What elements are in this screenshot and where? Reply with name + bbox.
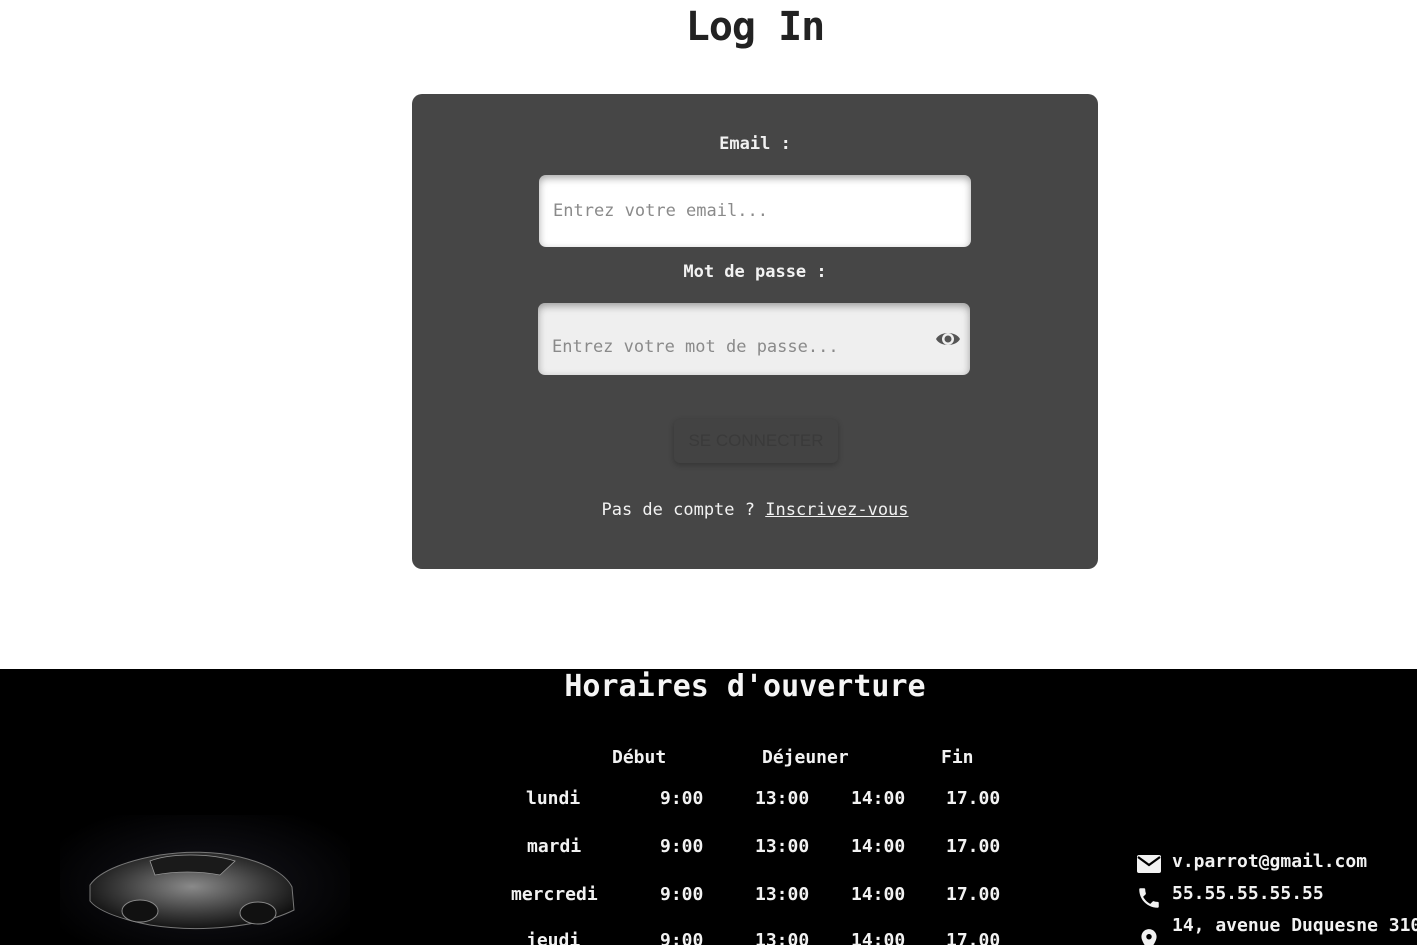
time-cell: 14:00 bbox=[851, 884, 906, 905]
time-cell: 9:00 bbox=[660, 884, 704, 905]
login-button[interactable]: SE CONNECTER bbox=[674, 419, 838, 463]
time-cell: 17.00 bbox=[946, 788, 1001, 809]
day-cell: mercredi bbox=[511, 884, 598, 905]
time-cell: 17.00 bbox=[946, 930, 1001, 945]
contact-email: v.parrot@gmail.com bbox=[1172, 851, 1368, 872]
eye-icon[interactable] bbox=[934, 327, 962, 351]
time-cell: 14:00 bbox=[851, 788, 906, 809]
time-cell: 17.00 bbox=[946, 836, 1001, 857]
email-input[interactable] bbox=[539, 175, 971, 247]
login-page: Log In Email : Mot de passe : SE CONNECT… bbox=[0, 0, 1417, 945]
time-cell: 13:00 bbox=[755, 836, 810, 857]
header-debut: Début bbox=[612, 747, 667, 768]
signup-link[interactable]: Inscrivez-vous bbox=[765, 500, 908, 520]
time-cell: 9:00 bbox=[660, 836, 704, 857]
day-cell: jeudi bbox=[526, 930, 581, 945]
location-icon bbox=[1141, 929, 1157, 945]
contact-address: 14, avenue Duquesne 31000 bbox=[1172, 915, 1417, 936]
contact-phone: 55.55.55.55.55 bbox=[1172, 883, 1324, 904]
login-card: Email : Mot de passe : SE CONNECTER Pas … bbox=[412, 94, 1098, 569]
email-label: Email : bbox=[719, 134, 791, 154]
password-input[interactable] bbox=[538, 303, 970, 375]
password-label: Mot de passe : bbox=[683, 262, 827, 282]
phone-icon bbox=[1139, 888, 1159, 908]
mail-icon bbox=[1137, 855, 1161, 873]
signup-prompt: Pas de compte ? Inscrivez-vous bbox=[412, 500, 1098, 520]
time-cell: 13:00 bbox=[755, 884, 810, 905]
no-account-text: Pas de compte ? bbox=[601, 500, 766, 520]
time-cell: 13:00 bbox=[755, 788, 810, 809]
time-cell: 14:00 bbox=[851, 930, 906, 945]
time-cell: 17.00 bbox=[946, 884, 1001, 905]
time-cell: 13:00 bbox=[755, 930, 810, 945]
time-cell: 9:00 bbox=[660, 930, 704, 945]
time-cell: 14:00 bbox=[851, 836, 906, 857]
day-cell: mardi bbox=[527, 836, 582, 857]
time-cell: 9:00 bbox=[660, 788, 704, 809]
header-fin: Fin bbox=[941, 747, 974, 768]
footer: Horaires d'ouverture Début Déjeuner Fin … bbox=[0, 669, 1417, 945]
header-dejeuner: Déjeuner bbox=[762, 747, 849, 768]
page-title: Log In bbox=[685, 4, 826, 50]
day-cell: lundi bbox=[526, 788, 581, 809]
